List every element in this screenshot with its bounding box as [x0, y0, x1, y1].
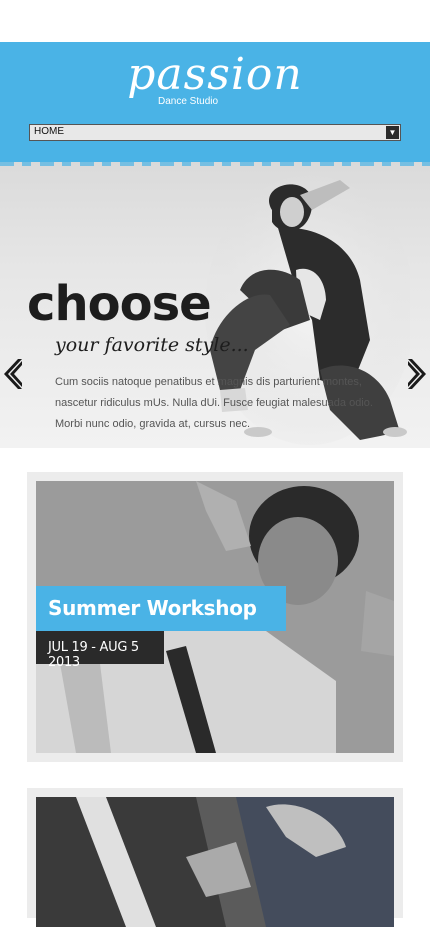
- event-card-image[interactable]: Summer Workshop JUL 19 - AUG 5 2013: [36, 481, 394, 753]
- dancer-photo: [36, 797, 394, 927]
- event-date-badge: JUL 19 - AUG 5 2013: [36, 631, 164, 670]
- event-card[interactable]: Summer Workshop JUL 19 - AUG 5 2013: [27, 472, 403, 762]
- site-logo[interactable]: passion Dance Studio: [0, 49, 430, 108]
- event-title: Summer Workshop: [48, 596, 257, 620]
- chevron-left-icon[interactable]: [4, 357, 24, 391]
- event-date: JUL 19 - AUG 5 2013: [48, 640, 139, 670]
- navigation-select-value: HOME: [34, 126, 64, 137]
- hero-slider: choose your favorite style... Cum sociis…: [0, 150, 430, 448]
- chevron-right-icon[interactable]: [406, 357, 426, 391]
- brush-stroke-decoration: [0, 150, 430, 166]
- event-card-image[interactable]: [36, 797, 394, 927]
- dropdown-arrow-icon[interactable]: ▼: [386, 126, 399, 139]
- slide-subheading: your favorite style...: [55, 334, 249, 356]
- event-card[interactable]: [27, 788, 403, 927]
- logo-title: passion: [127, 49, 303, 100]
- event-title-banner: Summer Workshop: [36, 586, 286, 631]
- navigation-select[interactable]: HOME ▼: [29, 124, 401, 141]
- top-strip: [0, 0, 430, 42]
- logo-subtitle: Dance Studio: [158, 96, 219, 107]
- site-header: passion Dance Studio HOME ▼: [0, 42, 430, 150]
- slide-description: Cum sociis natoque penatibus et magnis d…: [55, 376, 373, 430]
- slide-heading: choose: [27, 276, 212, 332]
